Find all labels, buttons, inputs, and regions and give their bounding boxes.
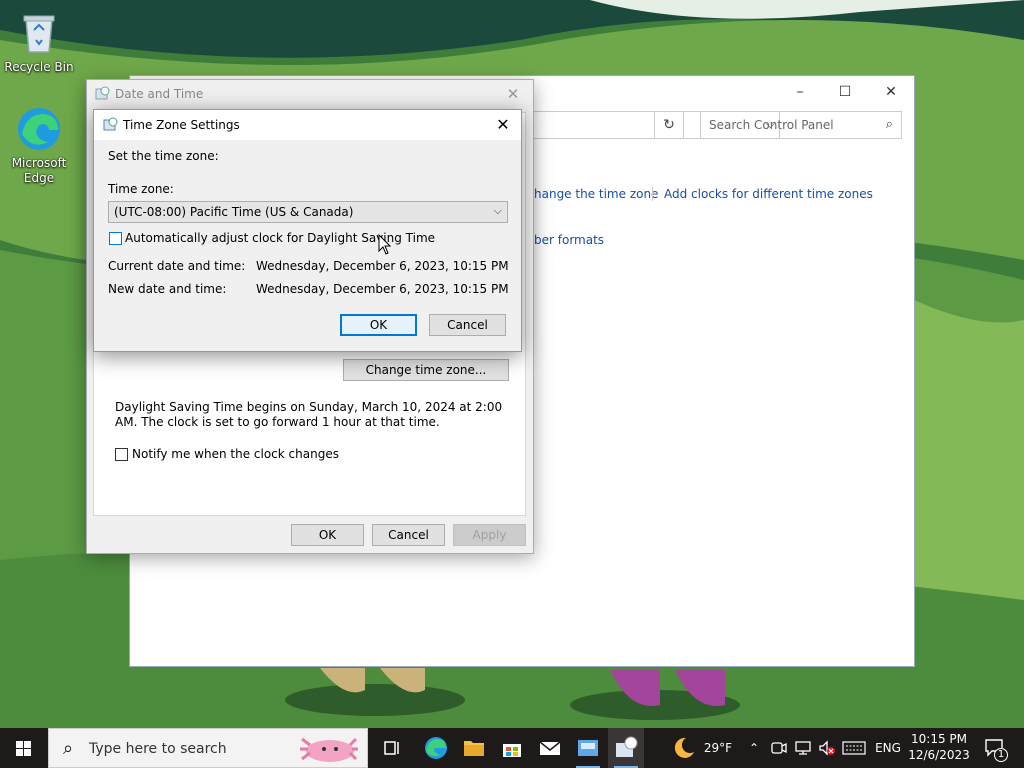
axolotl-search-highlight-icon — [300, 737, 358, 762]
taskbar-file-explorer[interactable] — [456, 728, 492, 768]
dialog-title: Time Zone Settings — [123, 118, 240, 132]
add-clocks-link[interactable]: Add clocks for different time zones — [664, 187, 873, 201]
change-time-zone-button[interactable]: Change time zone... — [343, 359, 509, 381]
folder-icon — [464, 741, 484, 756]
desktop-icon-label: Recycle Bin — [4, 60, 74, 74]
taskbar-edge[interactable] — [418, 728, 454, 768]
taskbar-control-panel[interactable] — [570, 728, 606, 768]
recycle-bin-icon — [14, 8, 64, 58]
weather-moon-icon — [674, 737, 694, 758]
link-separator — [652, 187, 653, 201]
close-button[interactable]: ✕ — [868, 80, 914, 104]
chevron-down-icon: ⌵ — [493, 204, 502, 217]
control-panel-search-input[interactable]: Search Control Panel ⌕ — [700, 111, 902, 139]
desktop-icon-recycle-bin[interactable]: Recycle Bin — [0, 8, 78, 75]
meet-now-icon[interactable] — [770, 740, 788, 756]
edge-icon — [14, 104, 64, 154]
taskbar-store[interactable] — [494, 728, 530, 768]
volume-muted-icon[interactable] — [818, 740, 836, 756]
search-placeholder: Search Control Panel — [709, 118, 834, 132]
edge-icon — [425, 737, 447, 759]
close-icon[interactable]: ✕ — [491, 114, 515, 136]
cancel-button[interactable]: Cancel — [429, 314, 506, 336]
dialog-titlebar: Time Zone Settings ✕ — [94, 110, 521, 140]
clock-calendar-icon — [103, 117, 118, 131]
notify-label: Notify me when the clock changes — [132, 447, 339, 461]
set-time-zone-label: Set the time zone: — [108, 149, 219, 163]
chevron-up-icon[interactable]: ⌃ — [744, 728, 764, 768]
refresh-button[interactable]: ↻ — [654, 111, 684, 139]
current-datetime-label: Current date and time: — [108, 259, 246, 273]
clock-calendar-icon — [616, 736, 638, 757]
dialog-title: Date and Time — [115, 87, 204, 101]
clock-calendar-icon — [95, 86, 110, 100]
taskbar-search-box[interactable]: ⌕ Type here to search — [48, 728, 368, 768]
new-datetime-value: Wednesday, December 6, 2023, 10:15 PM — [256, 282, 509, 296]
maximize-button[interactable]: ☐ — [822, 80, 868, 104]
cancel-button[interactable]: Cancel — [372, 524, 445, 546]
weather-temperature[interactable]: 29°F — [700, 728, 736, 768]
desktop-icon-label: Microsoft Edge — [11, 156, 67, 185]
time-zone-settings-dialog: Time Zone Settings ✕ Set the time zone: … — [93, 109, 522, 352]
taskbar-date-time[interactable] — [608, 728, 644, 768]
dst-info-text: Daylight Saving Time begins on Sunday, M… — [115, 400, 503, 429]
taskbar: ⌕ Type here to search 29°F ⌃ ENG 10:15 P… — [0, 728, 1024, 768]
close-icon[interactable]: ✕ — [501, 83, 525, 105]
input-language[interactable]: ENG — [872, 728, 904, 768]
ok-button[interactable]: OK — [291, 524, 364, 546]
clock-date: 12/6/2023 — [908, 748, 970, 762]
change-time-zone-link[interactable]: hange the time zone — [534, 187, 658, 201]
clock-time: 10:15 PM — [911, 732, 967, 746]
time-zone-label: Time zone: — [108, 182, 174, 196]
notification-center-button[interactable]: 1 — [980, 728, 1024, 768]
mail-icon — [539, 741, 561, 755]
time-zone-value: (UTC-08:00) Pacific Time (US & Canada) — [114, 205, 354, 219]
new-datetime-label: New date and time: — [108, 282, 227, 296]
notification-count-badge: 1 — [994, 748, 1008, 762]
time-zone-select[interactable]: (UTC-08:00) Pacific Time (US & Canada) ⌵ — [108, 201, 508, 223]
search-icon: ⌕ — [885, 117, 893, 132]
ok-button[interactable]: OK — [340, 314, 417, 336]
auto-dst-checkbox[interactable] — [109, 232, 122, 245]
desktop-icon-edge[interactable]: Microsoft Edge — [0, 104, 78, 186]
network-icon[interactable] — [794, 740, 812, 756]
touch-keyboard-icon[interactable] — [842, 741, 866, 755]
minimize-button[interactable]: – — [777, 80, 823, 104]
start-button[interactable] — [0, 728, 48, 768]
refresh-icon: ↻ — [663, 117, 675, 133]
taskbar-mail[interactable] — [532, 728, 568, 768]
apply-button[interactable]: Apply — [453, 524, 526, 546]
store-icon — [503, 744, 521, 757]
task-view-button[interactable] — [374, 728, 410, 768]
task-view-icon — [384, 741, 399, 755]
notify-checkbox[interactable] — [115, 448, 128, 461]
search-icon: ⌕ — [63, 738, 74, 759]
current-datetime-value: Wednesday, December 6, 2023, 10:15 PM — [256, 259, 509, 273]
control-panel-icon — [578, 740, 598, 756]
mouse-cursor-icon — [378, 234, 392, 255]
windows-logo-icon — [16, 741, 31, 756]
taskbar-clock[interactable]: 10:15 PM 12/6/2023 — [904, 731, 974, 763]
number-formats-link[interactable]: ber formats — [534, 233, 604, 247]
search-placeholder: Type here to search — [89, 741, 227, 757]
